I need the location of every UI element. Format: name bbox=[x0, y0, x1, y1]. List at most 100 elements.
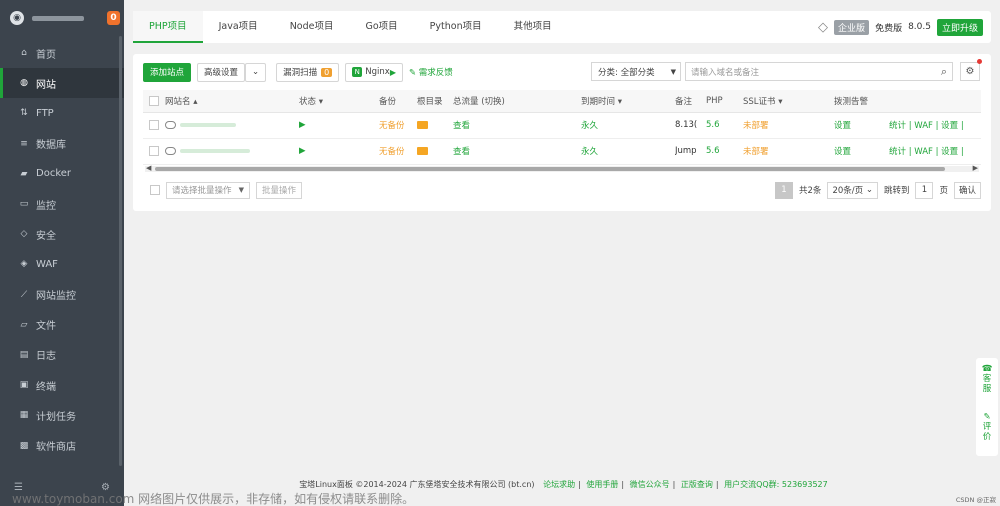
sidebar-item-4[interactable]: ▰ Docker bbox=[0, 159, 124, 189]
batch-action-button[interactable]: 批量操作 bbox=[256, 181, 303, 199]
play-icon: ▶ bbox=[389, 67, 396, 77]
add-site-button[interactable]: 添加站点 bbox=[143, 62, 192, 82]
note-cell[interactable]: Jump bbox=[675, 138, 706, 165]
expire-cell[interactable]: 永久 bbox=[581, 138, 675, 165]
sidebar-item-12[interactable]: ▦ 计划任务 bbox=[0, 400, 124, 430]
csdn-credit: CSDN @正寂 bbox=[955, 496, 996, 504]
per-page-select[interactable]: 20条/页 ⌄ bbox=[827, 181, 878, 199]
category-select[interactable]: 分类: 全部分类 ▼ bbox=[591, 62, 681, 81]
service-button[interactable]: ☎ 客服 bbox=[982, 364, 993, 394]
watermark: www.toymoban.com 网络图片仅供展示，非存储，如有侵权请联系删除。 bbox=[12, 492, 415, 506]
search-icon[interactable]: ⌕ bbox=[941, 65, 947, 79]
search-placeholder: 请输入域名或备注 bbox=[691, 67, 760, 78]
site-name-cell[interactable] bbox=[165, 138, 299, 165]
batch-select[interactable]: 请选择批量操作 ▼ bbox=[166, 181, 250, 199]
sidebar-item-label: 安全 bbox=[36, 230, 56, 242]
column-settings-button[interactable]: ⚙ bbox=[960, 59, 982, 81]
server-ip-masked bbox=[32, 15, 84, 21]
search-input[interactable]: 请输入域名或备注 ⌕ bbox=[685, 62, 953, 81]
expire-cell[interactable]: 永久 bbox=[581, 112, 675, 139]
feedback-label: 需求反馈 bbox=[418, 68, 453, 78]
backup-cell[interactable]: 无备份 bbox=[379, 112, 417, 139]
status-play-icon[interactable]: ▶ bbox=[299, 138, 379, 165]
notification-badge[interactable]: 0 bbox=[107, 11, 120, 25]
globe-icon: ◍ bbox=[20, 78, 28, 89]
sidebar-scrollbar[interactable] bbox=[119, 36, 122, 466]
scroll-right-icon[interactable]: ▶ bbox=[973, 164, 978, 172]
col-expire[interactable]: 到期时间 ▾ bbox=[581, 90, 675, 113]
traffic-view-link[interactable]: 查看 bbox=[453, 112, 581, 139]
col-status[interactable]: 状态 ▾ bbox=[299, 90, 379, 113]
masked-domain bbox=[180, 148, 250, 153]
feedback-link[interactable]: ✎ 需求反馈 bbox=[409, 66, 453, 78]
review-button[interactable]: ✎ 评价 bbox=[982, 412, 992, 442]
status-play-icon[interactable]: ▶ bbox=[299, 112, 379, 139]
row-actions[interactable]: 统计 | WAF | 设置 | bbox=[889, 112, 981, 139]
root-folder-icon[interactable] bbox=[417, 138, 453, 165]
vuln-scan-button[interactable]: 漏洞扫描 0 bbox=[276, 62, 340, 82]
sidebar-item-11[interactable]: ▣ 终端 bbox=[0, 370, 124, 400]
tab-go[interactable]: Go项目 bbox=[349, 11, 413, 43]
col-ssl[interactable]: SSL证书 ▾ bbox=[743, 90, 834, 113]
page-current[interactable]: 1 bbox=[775, 181, 794, 199]
col-root: 根目录 bbox=[417, 90, 453, 113]
alert-settings-link[interactable]: 设置 bbox=[834, 112, 889, 139]
tab-node[interactable]: Node项目 bbox=[274, 11, 350, 43]
ssl-status[interactable]: 未部署 bbox=[743, 112, 834, 139]
root-folder-icon[interactable] bbox=[417, 112, 453, 139]
sidebar-item-2[interactable]: ⇅ FTP bbox=[0, 98, 124, 128]
col-traffic[interactable]: 总流量 (切换) bbox=[453, 90, 581, 113]
edition-badge[interactable]: 企业版 bbox=[834, 19, 870, 35]
sidebar-item-10[interactable]: ▤ 日志 bbox=[0, 340, 124, 370]
tab-other[interactable]: 其他项目 bbox=[498, 11, 568, 43]
backup-cell[interactable]: 无备份 bbox=[379, 138, 417, 165]
sidebar-item-13[interactable]: ▩ 软件商店 bbox=[0, 430, 124, 460]
sidebar-item-label: 监控 bbox=[36, 200, 56, 212]
sidebar-item-0[interactable]: ⌂ 首页 bbox=[0, 38, 124, 68]
scroll-left-icon[interactable]: ◀ bbox=[146, 164, 151, 172]
traffic-view-link[interactable]: 查看 bbox=[453, 138, 581, 165]
advanced-settings-button[interactable]: 高级设置 bbox=[197, 62, 246, 82]
nginx-button[interactable]: N Nginx ▶ bbox=[345, 62, 403, 82]
sidebar-item-3[interactable]: ≡ 数据库 bbox=[0, 129, 124, 159]
sidebar-item-8[interactable]: ⟋ 网站监控 bbox=[0, 280, 124, 310]
chevron-down-icon[interactable]: ⌄ bbox=[245, 62, 267, 82]
php-version[interactable]: 5.6 bbox=[706, 112, 743, 139]
tab-java[interactable]: Java项目 bbox=[203, 11, 274, 43]
alert-settings-link[interactable]: 设置 bbox=[834, 138, 889, 165]
note-cell[interactable]: 8.13( bbox=[675, 112, 706, 139]
sidebar-item-5[interactable]: ▭ 监控 bbox=[0, 189, 124, 219]
select-all-checkbox[interactable] bbox=[143, 90, 165, 113]
sidebar-item-9[interactable]: ▱ 文件 bbox=[0, 310, 124, 340]
row-actions[interactable]: 统计 | WAF | 设置 | bbox=[889, 138, 981, 165]
store-icon: ▩ bbox=[19, 440, 29, 451]
footer-link-manual[interactable]: 使用手册 bbox=[586, 480, 618, 489]
waf-icon: ◈ bbox=[20, 259, 28, 270]
sidebar-item-7[interactable]: ◈ WAF bbox=[0, 249, 124, 279]
site-name-cell[interactable] bbox=[165, 112, 299, 139]
total-count: 共2条 bbox=[799, 186, 822, 196]
masked-domain bbox=[180, 122, 236, 127]
ssl-status[interactable]: 未部署 bbox=[743, 138, 834, 165]
free-label: 免费版 bbox=[875, 23, 903, 34]
tab-php[interactable]: PHP项目 bbox=[133, 11, 203, 43]
footer-link-forum[interactable]: 论坛求助 bbox=[543, 480, 575, 489]
footer-link-wechat[interactable]: 微信公众号 bbox=[630, 480, 670, 489]
footer-link-qq[interactable]: 用户交流QQ群: 523693527 bbox=[724, 480, 828, 489]
scroll-thumb[interactable] bbox=[155, 167, 945, 171]
tab-python[interactable]: Python项目 bbox=[414, 11, 498, 43]
sidebar-item-1[interactable]: ◍ 网站 bbox=[0, 68, 124, 99]
footer-select-all-checkbox[interactable] bbox=[150, 185, 160, 195]
footer-link-license[interactable]: 正版查询 bbox=[681, 480, 713, 489]
col-site-name[interactable]: 网站名 ▴ bbox=[165, 90, 299, 113]
confirm-button[interactable]: 确认 bbox=[953, 181, 981, 199]
sidebar-item-label: 网站 bbox=[36, 79, 56, 91]
row-checkbox[interactable] bbox=[143, 112, 165, 139]
table-hscrollbar[interactable]: ◀ ▶ bbox=[145, 164, 979, 172]
upgrade-button[interactable]: 立即升级 bbox=[936, 18, 983, 36]
goto-page-input[interactable]: 1 bbox=[915, 181, 934, 199]
php-version[interactable]: 5.6 bbox=[706, 138, 743, 165]
sidebar-item-6[interactable]: ◇ 安全 bbox=[0, 219, 124, 249]
row-checkbox[interactable] bbox=[143, 138, 165, 165]
sidebar-item-label: 网站监控 bbox=[36, 291, 76, 303]
